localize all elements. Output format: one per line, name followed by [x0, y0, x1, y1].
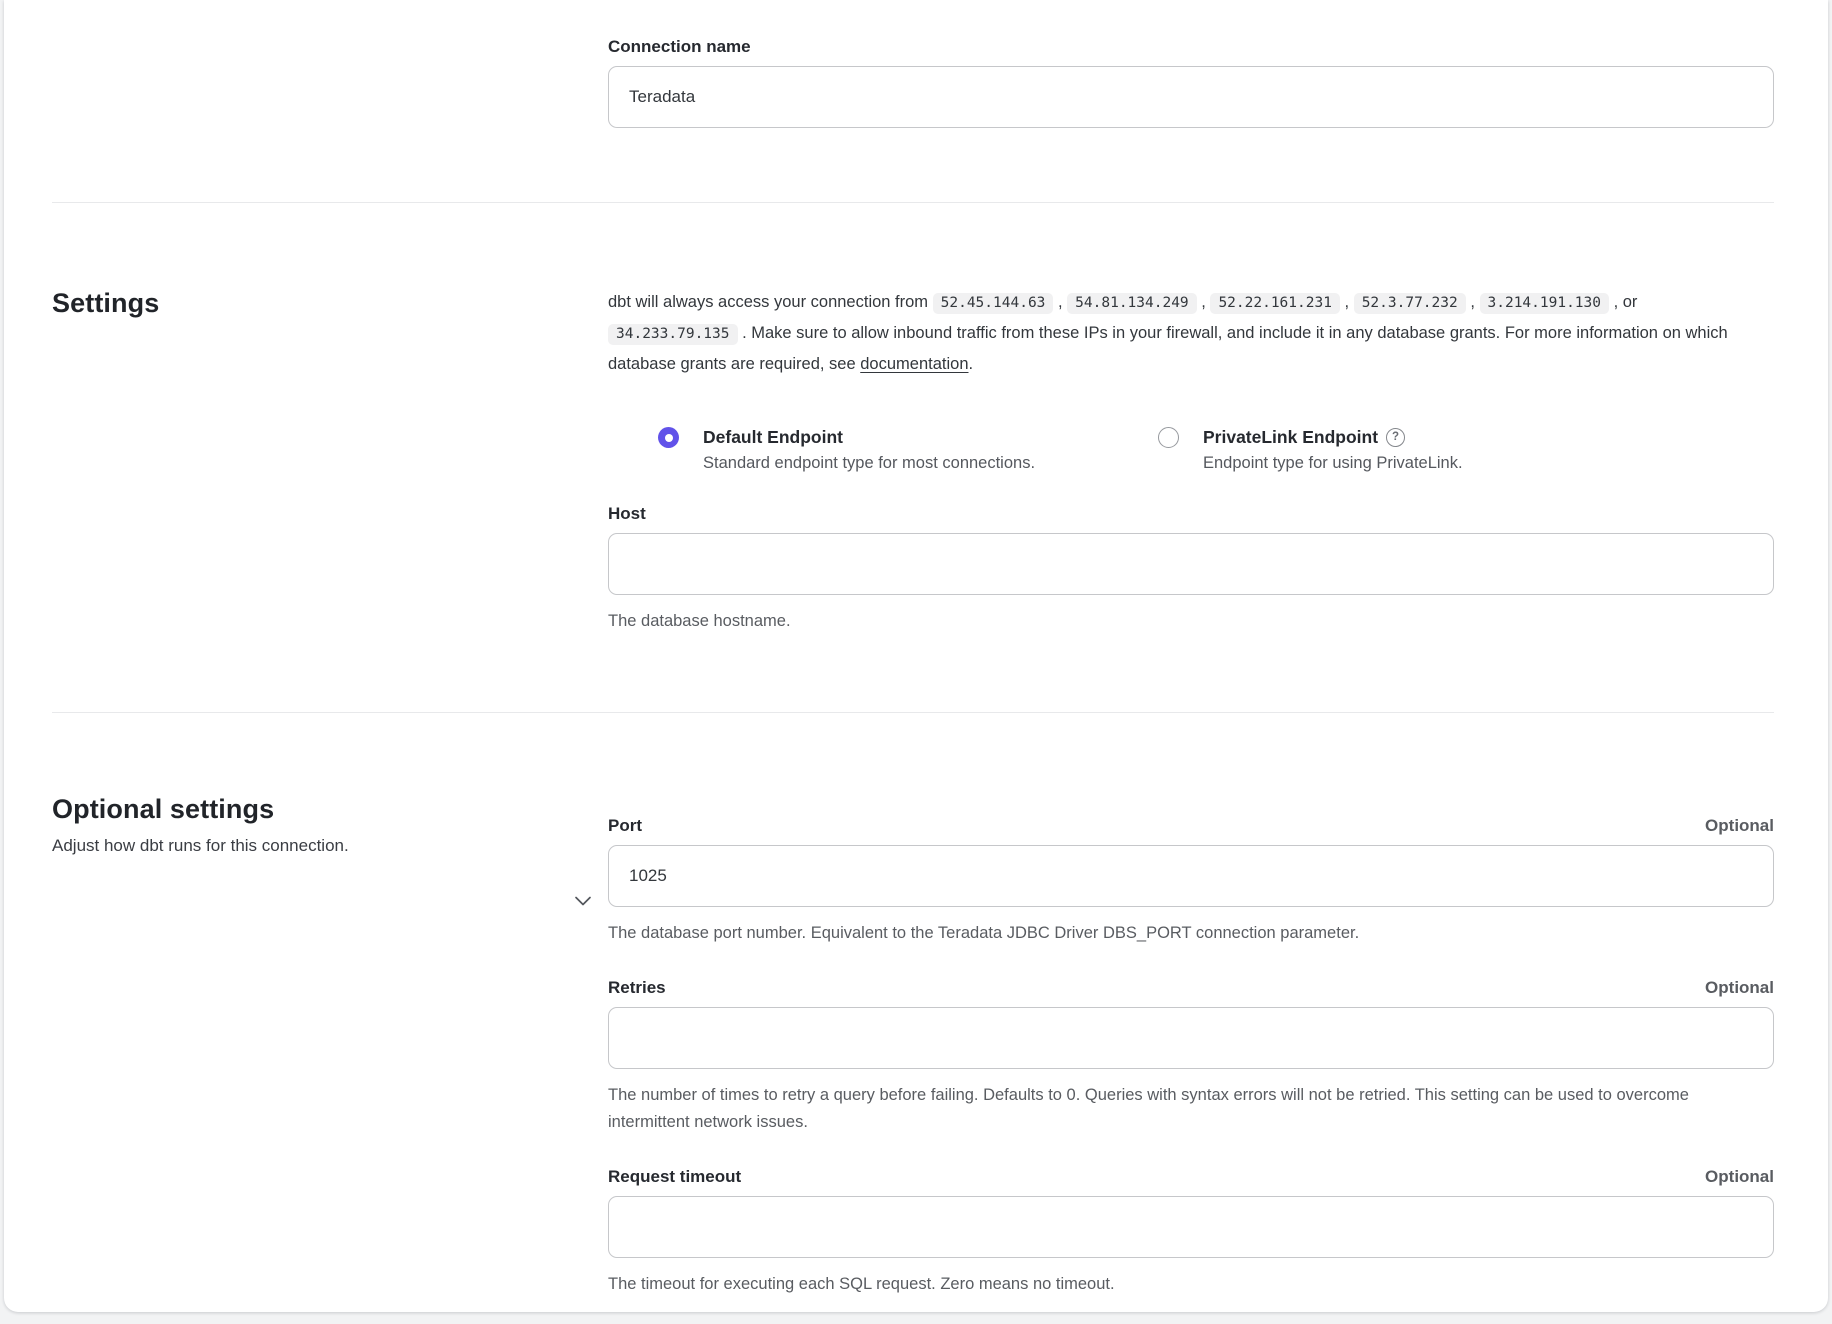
help-icon[interactable]: ?	[1386, 428, 1405, 447]
ip-address-chip: 3.214.191.130	[1480, 293, 1610, 314]
optional-settings-section: Optional settings Adjust how dbt runs fo…	[4, 713, 1828, 1312]
optional-settings-subheading: Adjust how dbt runs for this connection.	[52, 834, 608, 858]
optional-field-group: Port Optional The database port number. …	[608, 815, 1774, 947]
field-input[interactable]	[608, 845, 1774, 907]
field-helper-text: The timeout for executing each SQL reque…	[608, 1271, 1774, 1298]
endpoint-radio-option[interactable]: Default Endpoint? Standard endpoint type…	[658, 425, 1158, 475]
optional-fields-list: Port Optional The database port number. …	[608, 815, 1774, 1298]
settings-section: Settings dbt will always access your con…	[4, 203, 1828, 712]
field-input[interactable]	[608, 1007, 1774, 1069]
radio-icon[interactable]	[1158, 427, 1179, 448]
field-label: Retries	[608, 977, 666, 999]
ip-address-chip: 34.233.79.135	[608, 324, 738, 345]
radio-icon[interactable]	[658, 427, 679, 448]
endpoint-radio-option[interactable]: PrivateLink Endpoint? Endpoint type for …	[1158, 425, 1774, 475]
optional-field-group: Retries Optional The number of times to …	[608, 977, 1774, 1136]
ip-address-chip: 52.22.161.231	[1210, 293, 1340, 314]
endpoint-description: Endpoint type for using PrivateLink.	[1203, 452, 1463, 475]
ip-address-chip: 54.81.134.249	[1067, 293, 1197, 314]
connection-name-input[interactable]	[608, 66, 1774, 128]
endpoint-label: PrivateLink Endpoint	[1203, 427, 1378, 447]
optional-field-group: Request timeout Optional The timeout for…	[608, 1166, 1774, 1298]
host-helper-text: The database hostname.	[608, 608, 1774, 635]
host-field-group: Host The database hostname.	[608, 503, 1774, 635]
optional-badge: Optional	[1705, 978, 1774, 998]
field-label: Request timeout	[608, 1166, 741, 1188]
endpoint-radio-group: Default Endpoint? Standard endpoint type…	[658, 425, 1774, 475]
field-helper-text: The number of times to retry a query bef…	[608, 1082, 1774, 1136]
ip-allowlist-text: dbt will always access your connection f…	[608, 287, 1738, 379]
endpoint-description: Standard endpoint type for most connecti…	[703, 452, 1035, 475]
ip-address-chip: 52.3.77.232	[1354, 293, 1466, 314]
chevron-down-icon[interactable]	[574, 895, 592, 907]
connection-settings-card: Connection name Settings dbt will always…	[4, 0, 1828, 1312]
settings-heading: Settings	[52, 287, 608, 319]
field-input[interactable]	[608, 1196, 1774, 1258]
connection-name-section: Connection name	[4, 0, 1828, 202]
ip-address-chip: 52.45.144.63	[933, 293, 1054, 314]
connection-name-label: Connection name	[608, 36, 1774, 58]
documentation-link[interactable]: documentation	[860, 355, 968, 373]
field-helper-text: The database port number. Equivalent to …	[608, 920, 1774, 947]
host-input[interactable]	[608, 533, 1774, 595]
optional-settings-heading: Optional settings	[52, 793, 608, 825]
optional-badge: Optional	[1705, 1167, 1774, 1187]
optional-badge: Optional	[1705, 816, 1774, 836]
host-label: Host	[608, 503, 1774, 525]
endpoint-label: Default Endpoint	[703, 427, 843, 447]
field-label: Port	[608, 815, 642, 837]
